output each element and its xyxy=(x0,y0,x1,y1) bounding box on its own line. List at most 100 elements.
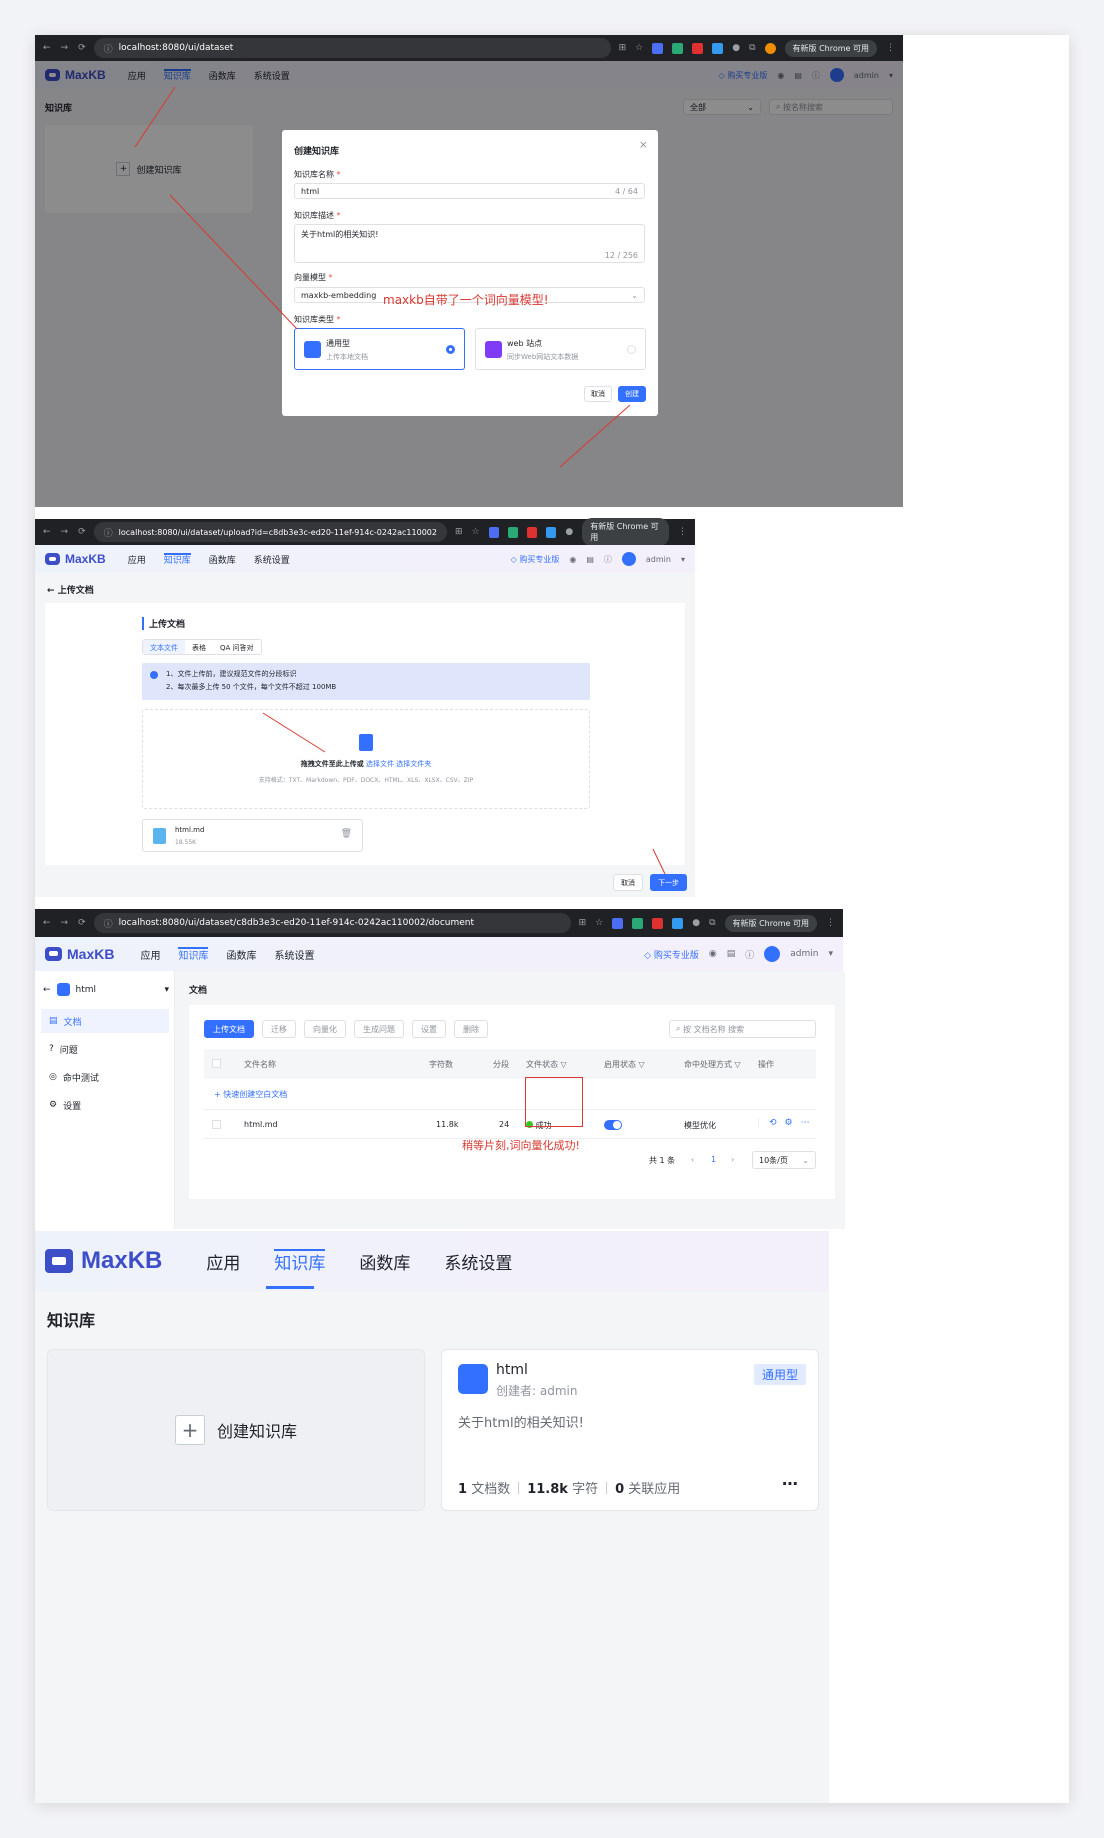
nav-functions[interactable]: 函数库 xyxy=(226,947,256,962)
prev-page-icon[interactable]: ‹ xyxy=(691,1155,694,1164)
side-item-questions[interactable]: ? 问题 xyxy=(41,1037,169,1061)
add-blank-doc-link[interactable]: + 快速创建空白文档 xyxy=(214,1089,287,1100)
chrome-update-button[interactable]: 有新版 Chrome 可用 xyxy=(724,914,817,932)
row-file-name[interactable]: html.md xyxy=(244,1120,278,1129)
reload-icon[interactable]: ⟳ xyxy=(78,918,86,928)
select-all-checkbox[interactable] xyxy=(212,1059,221,1068)
side-item-settings[interactable]: ⚙ 设置 xyxy=(41,1093,169,1117)
arrow-left-icon[interactable]: ← xyxy=(43,985,51,995)
logo-text: MaxKB xyxy=(81,1247,163,1274)
page-size-select[interactable]: 10条/页 ⌄ xyxy=(752,1151,816,1169)
extension-icon[interactable]: ● xyxy=(692,918,700,928)
status-highlight-box xyxy=(525,1077,583,1127)
kb-icon xyxy=(56,983,70,996)
top-nav: 应用 知识库 函数库 系统设置 xyxy=(140,946,314,962)
kebab-icon[interactable]: ⋮ xyxy=(826,918,835,928)
upload-doc-button[interactable]: 上传文档 xyxy=(204,1020,254,1038)
extension-icon[interactable] xyxy=(652,917,664,929)
col-file-name: 文件名称 xyxy=(244,1060,276,1069)
settings-button[interactable]: 设置 xyxy=(412,1020,446,1038)
url-text: localhost:8080/ui/dataset/c8db3e3c-ed20-… xyxy=(118,918,475,928)
help-icon[interactable]: ⓘ xyxy=(745,948,754,961)
side-item-hit-test[interactable]: ◎ 命中测试 xyxy=(41,1065,169,1089)
col-file-status[interactable]: 文件状态 ▽ xyxy=(526,1059,567,1070)
nav-knowledge[interactable]: 知识库 xyxy=(274,1248,326,1274)
target-icon: ◎ xyxy=(49,1072,57,1082)
side-item-label: 问题 xyxy=(59,1045,78,1056)
annotation-arrows xyxy=(262,712,666,875)
enable-toggle[interactable] xyxy=(604,1120,622,1130)
annotation-text: 稍等片刻,词向量化成功! xyxy=(462,1139,580,1152)
browser-tools: ⊞ ☆ ● ⧉ 有新版 Chrome 可用 ⋮ xyxy=(571,914,843,932)
forward-icon[interactable]: → xyxy=(61,918,69,928)
filter-icon: ▽ xyxy=(638,1060,645,1069)
nav-settings[interactable]: 系统设置 xyxy=(274,947,314,962)
nav-app[interactable]: 应用 xyxy=(140,947,160,962)
divider xyxy=(606,1481,608,1494)
github-icon[interactable]: ◉ xyxy=(709,949,717,959)
back-icon[interactable]: ← xyxy=(43,918,51,928)
create-card[interactable]: + 创建知识库 xyxy=(47,1349,425,1511)
kb-name: html xyxy=(75,984,97,995)
main-area: 文档 上传文档 迁移 向量化 生成问题 设置 删除 ⌕ 按 文档名称 搜索 文件… xyxy=(175,971,845,1229)
nav-settings[interactable]: 系统设置 xyxy=(444,1249,512,1274)
row-actions: ⟲ ⚙ ⋯ xyxy=(758,1118,810,1128)
logo: MaxKB xyxy=(45,1247,162,1275)
kb-file-icon xyxy=(458,1364,488,1394)
sidebar: ← html ▾ ▤ 文档 ? 问题 ◎ 命中测试 ⚙ 设置 xyxy=(35,971,175,1229)
doc-count-num: 1 xyxy=(458,1482,468,1497)
toolbar: 上传文档 迁移 向量化 生成问题 设置 删除 xyxy=(204,1020,488,1038)
migrate-button[interactable]: 迁移 xyxy=(262,1020,296,1038)
side-item-documents[interactable]: ▤ 文档 xyxy=(41,1009,169,1033)
side-item-label: 文档 xyxy=(63,1017,82,1028)
toggle-knob xyxy=(613,1121,621,1129)
section-document-list: ← → ⟳ ⓘ localhost:8080/ui/dataset/c8db3e3c-… xyxy=(35,909,845,1229)
translate-icon[interactable]: ⊞ xyxy=(579,918,587,928)
next-page-icon[interactable]: › xyxy=(731,1155,734,1164)
kb-name: html xyxy=(496,1362,528,1378)
annotation-arrows xyxy=(134,86,631,468)
sync-icon[interactable]: ⟲ xyxy=(769,1118,777,1128)
doc-icon[interactable]: ▤ xyxy=(727,949,736,959)
browser-nav: ← → ⟳ xyxy=(35,918,94,928)
generate-questions-button[interactable]: 生成问题 xyxy=(354,1020,404,1038)
arrow-line xyxy=(134,86,176,148)
avatar[interactable] xyxy=(764,946,781,962)
page-size-value: 10条/页 xyxy=(759,1155,788,1165)
app-header: MaxKB 应用 知识库 函数库 系统设置 ◇ 购买专业版 ◉ ▤ ⓘ admin ▾ xyxy=(35,937,843,971)
doc-panel: 上传文档 迁移 向量化 生成问题 设置 删除 ⌕ 按 文档名称 搜索 文件名称 … xyxy=(189,1005,835,1199)
star-icon[interactable]: ☆ xyxy=(595,918,603,928)
col-label: 文件状态 xyxy=(526,1060,558,1069)
buy-pro-link[interactable]: ◇ 购买专业版 xyxy=(644,948,699,961)
search-input[interactable]: ⌕ 按 文档名称 搜索 xyxy=(669,1020,816,1038)
side-item-label: 设置 xyxy=(63,1101,82,1112)
col-enable-status[interactable]: 启用状态 ▽ xyxy=(604,1059,645,1070)
more-icon[interactable]: ⋯ xyxy=(801,1118,810,1128)
page-number[interactable]: 1 xyxy=(711,1155,716,1164)
col-hit-method[interactable]: 命中处理方式 ▽ xyxy=(684,1059,741,1070)
user-name[interactable]: admin xyxy=(790,949,818,959)
nav-knowledge[interactable]: 知识库 xyxy=(178,946,209,962)
nav-functions[interactable]: 函数库 xyxy=(359,1249,410,1274)
logo-icon xyxy=(45,1249,73,1273)
table-header: 文件名称 字符数 分段 文件状态 ▽ 启用状态 ▽ 命中处理方式 ▽ 操作 xyxy=(204,1049,816,1079)
vectorize-button[interactable]: 向量化 xyxy=(304,1020,346,1038)
extension-icon[interactable] xyxy=(612,917,624,929)
top-nav: 应用 知识库 函数库 系统设置 xyxy=(206,1248,512,1274)
col-segments: 分段 xyxy=(493,1060,509,1069)
extension-icon[interactable] xyxy=(672,917,684,929)
col-chars: 字符数 xyxy=(429,1060,453,1069)
puzzle-icon[interactable]: ⧉ xyxy=(709,918,715,928)
extension-icon[interactable] xyxy=(632,917,644,929)
side-item-label: 命中测试 xyxy=(62,1073,99,1084)
kb-selector[interactable]: ← html ▾ xyxy=(43,983,169,996)
browser-bar: ← → ⟳ ⓘ localhost:8080/ui/dataset/c8db3e3c-… xyxy=(35,909,843,937)
nav-underline xyxy=(266,1286,314,1289)
delete-button[interactable]: 删除 xyxy=(454,1020,488,1038)
kb-card[interactable]: html 创建者: admin 通用型 关于html的相关知识! 1 文档数 1… xyxy=(441,1349,819,1511)
gear-icon[interactable]: ⚙ xyxy=(785,1118,793,1128)
row-checkbox[interactable] xyxy=(212,1120,221,1129)
address-bar[interactable]: ⓘ localhost:8080/ui/dataset/c8db3e3c-ed20… xyxy=(93,913,571,933)
nav-app[interactable]: 应用 xyxy=(206,1249,240,1274)
more-icon[interactable]: ⋯ xyxy=(782,1474,798,1493)
